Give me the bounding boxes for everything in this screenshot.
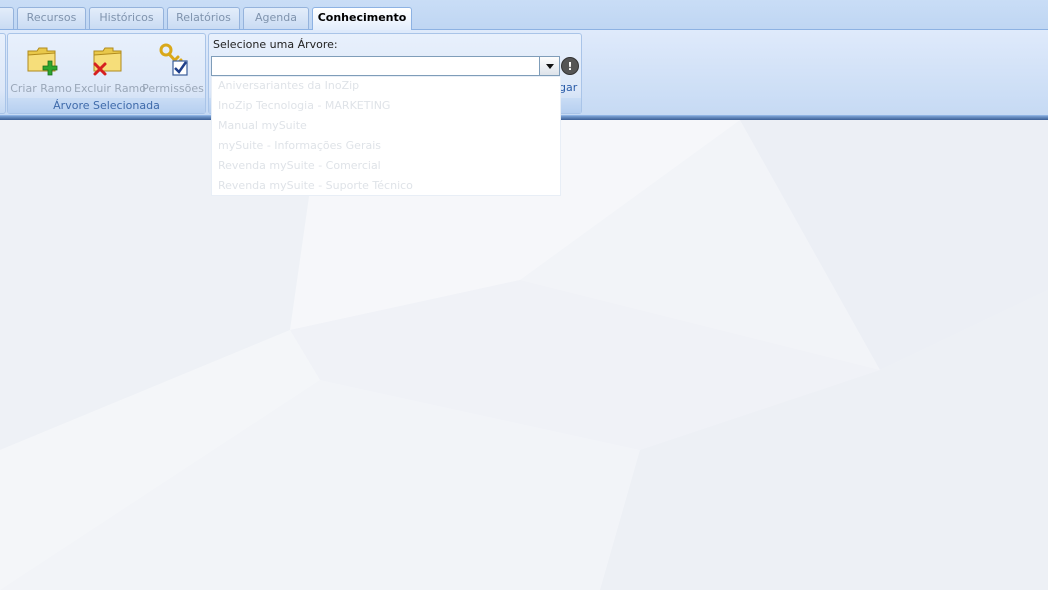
key-check-icon [157, 43, 191, 77]
create-branch-label: Criar Ramo [10, 82, 72, 95]
tab-label: Relatórios [176, 11, 231, 24]
list-item[interactable]: Aniversariantes da InoZip [212, 77, 560, 97]
tab-label: Agenda [255, 11, 297, 24]
info-icon[interactable]: ! [561, 57, 579, 75]
partial-button-label[interactable]: gar [559, 81, 577, 94]
tab-recursos[interactable]: Recursos [17, 7, 86, 29]
permissions-label: Permissões [142, 82, 204, 95]
folder-delete-icon [91, 43, 125, 77]
tab-relatorios[interactable]: Relatórios [167, 7, 240, 29]
list-item[interactable]: Revenda mySuite - Suporte Técnico [212, 177, 560, 197]
tab-agenda[interactable]: Agenda [243, 7, 309, 29]
group-caption: Árvore Selecionada [8, 98, 205, 113]
list-item[interactable]: Revenda mySuite - Comercial [212, 157, 560, 177]
tab-conhecimento[interactable]: Conhecimento [312, 7, 412, 30]
tab-historicos[interactable]: Históricos [89, 7, 164, 29]
tab-label: Históricos [99, 11, 154, 24]
tree-select-combobox[interactable] [211, 56, 560, 76]
list-item[interactable]: mySuite - Informações Gerais [212, 137, 560, 157]
chevron-down-icon[interactable] [539, 57, 559, 75]
tab-label: Conhecimento [317, 11, 407, 24]
create-branch-button[interactable]: Criar Ramo [8, 40, 74, 98]
folder-add-icon [25, 43, 59, 77]
tree-dropdown-list: Aniversariantes da InoZip InoZip Tecnolo… [211, 76, 561, 196]
ribbon-group-selected-tree: Criar Ramo Excluir Ramo Permissões Árvor… [7, 33, 206, 114]
ribbon-group-partial [0, 33, 6, 114]
list-item[interactable]: Manual mySuite [212, 117, 560, 137]
tree-select-label: Selecione uma Árvore: [213, 38, 338, 51]
delete-branch-label: Excluir Ramo [74, 82, 147, 95]
ribbon-tab-strip: Recursos Históricos Relatórios Agenda Co… [0, 0, 1048, 30]
tab-partial[interactable] [0, 7, 14, 29]
permissions-button[interactable]: Permissões [140, 40, 206, 98]
list-item[interactable]: InoZip Tecnologia - MARKETING [212, 97, 560, 117]
tab-label: Recursos [26, 11, 77, 24]
delete-branch-button[interactable]: Excluir Ramo [74, 40, 147, 98]
